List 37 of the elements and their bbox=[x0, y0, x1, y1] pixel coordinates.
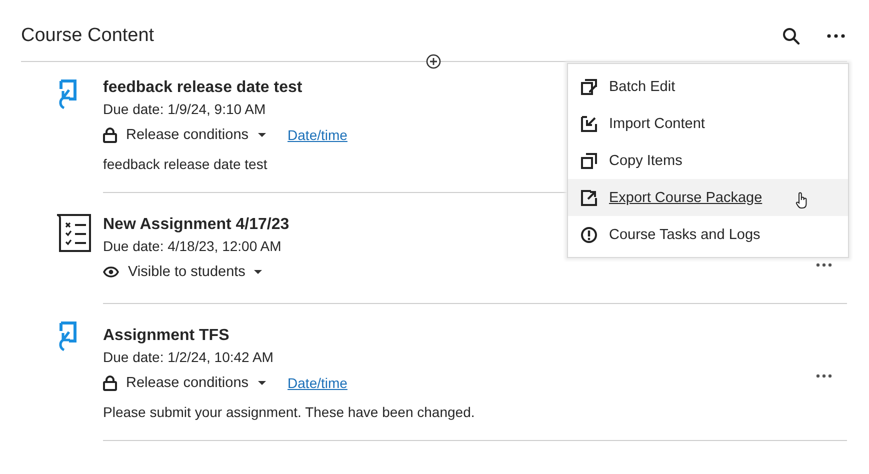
more-options-icon[interactable] bbox=[816, 263, 832, 267]
menu-item[interactable]: Copy Items bbox=[568, 142, 848, 179]
import-icon bbox=[581, 116, 597, 132]
date-time-link[interactable]: Date/time bbox=[288, 127, 348, 143]
item-title[interactable]: Assignment TFS bbox=[103, 327, 230, 349]
menu-item[interactable]: Course Tasks and Logs bbox=[568, 216, 848, 253]
hand-cursor-icon bbox=[795, 192, 809, 209]
item-description: Please submit your assignment. These have been changed. bbox=[103, 404, 475, 420]
alert-icon bbox=[581, 226, 597, 242]
caret-icon bbox=[254, 270, 262, 274]
status-dropdown[interactable]: Release conditions bbox=[103, 375, 266, 391]
menu-item[interactable]: Export Course Package bbox=[568, 179, 848, 216]
menu-item[interactable]: Batch Edit bbox=[568, 68, 848, 105]
status-dropdown[interactable]: Visible to students bbox=[103, 264, 262, 280]
search-icon[interactable] bbox=[782, 27, 800, 45]
checklist-icon bbox=[55, 212, 93, 252]
more-options-icon[interactable] bbox=[816, 374, 832, 378]
eye-icon bbox=[103, 266, 119, 278]
due-date: Due date: 1/9/24, 9:10 AM bbox=[103, 101, 267, 119]
due-date: Due date: 4/18/23, 12:00 AM bbox=[103, 238, 282, 256]
item-title[interactable]: feedback release date test bbox=[103, 79, 302, 101]
caret-icon bbox=[258, 381, 266, 385]
copy-icon bbox=[581, 152, 597, 168]
page-title: Course Content bbox=[21, 25, 154, 47]
date-time-link[interactable]: Date/time bbox=[288, 375, 348, 391]
status-dropdown[interactable]: Release conditions bbox=[103, 127, 266, 143]
menu-item[interactable]: Import Content bbox=[568, 105, 848, 142]
add-content-icon[interactable] bbox=[426, 54, 441, 69]
export-icon bbox=[581, 190, 597, 206]
caret-icon bbox=[258, 133, 266, 137]
more-options-icon[interactable] bbox=[827, 34, 845, 38]
lock-icon bbox=[103, 127, 117, 143]
item-description: feedback release date test bbox=[103, 156, 268, 172]
item-title[interactable]: New Assignment 4/17/23 bbox=[103, 216, 290, 238]
lock-icon bbox=[103, 375, 117, 391]
due-date: Due date: 1/2/24, 10:42 AM bbox=[103, 349, 274, 367]
batch-edit-icon bbox=[581, 78, 597, 94]
